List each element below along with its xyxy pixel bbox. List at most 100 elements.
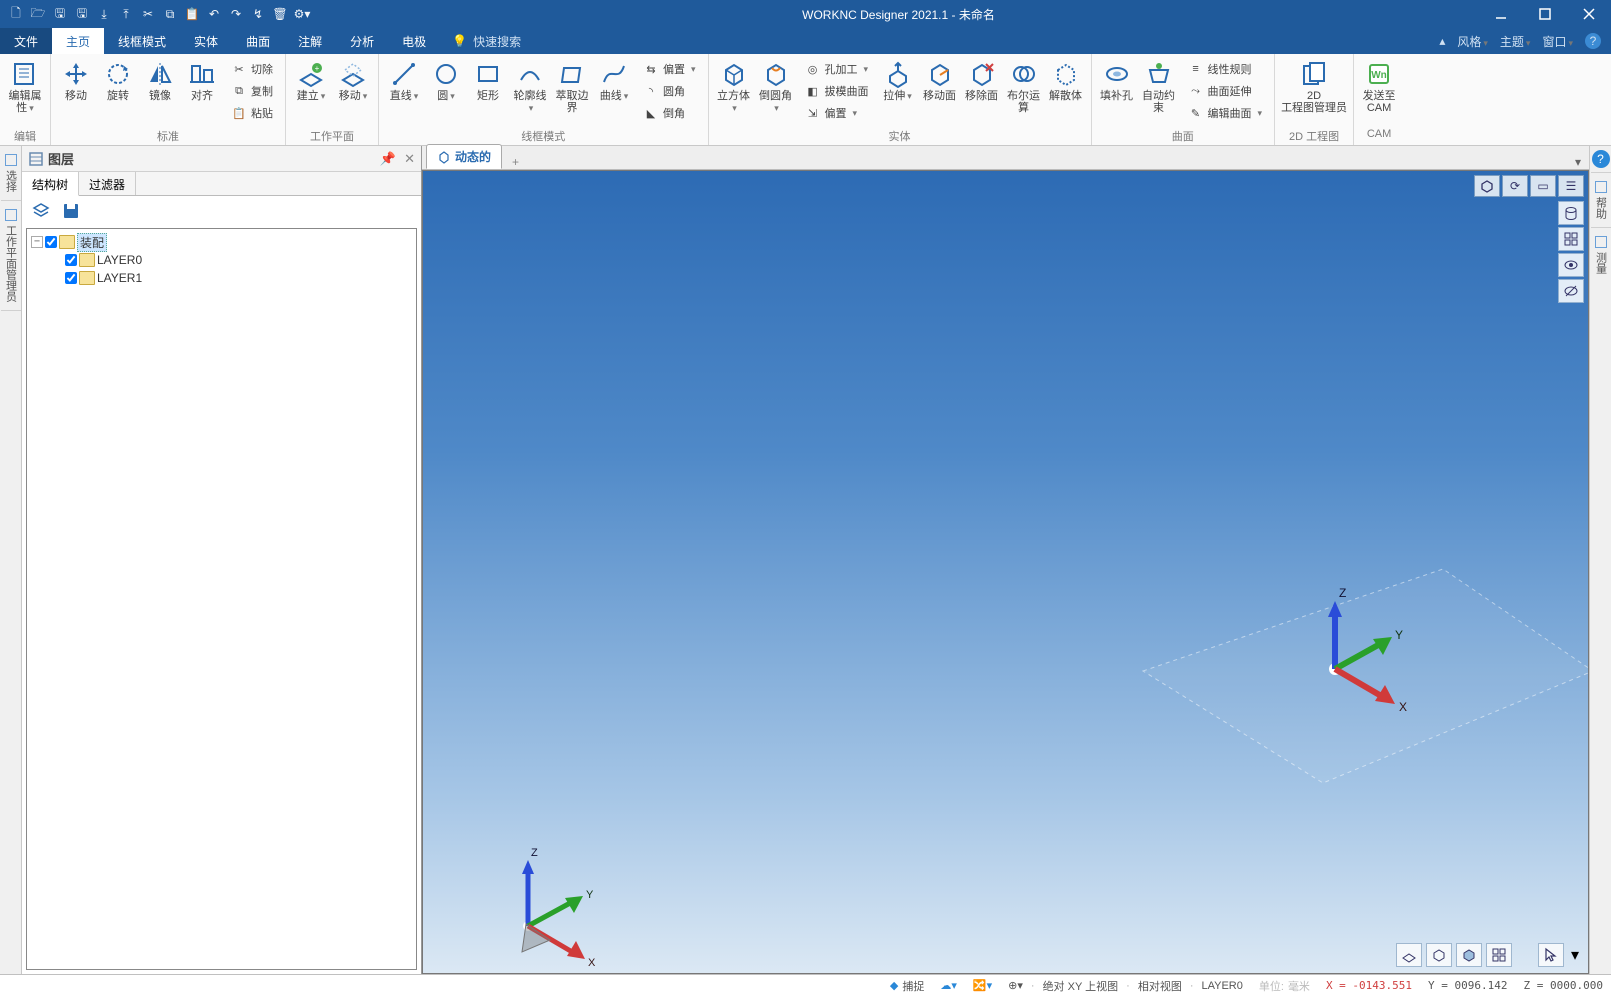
quick-search[interactable]: 💡 快速搜索 [452,28,521,54]
menu-file[interactable]: 文件 [0,28,52,54]
workplane-create-button[interactable]: +建立 [290,56,332,106]
circle-button[interactable]: 圆 [425,56,467,106]
offset-button[interactable]: ⇆偏置 [637,58,702,80]
moveface-button[interactable]: 移动面 [919,56,961,106]
tab-analysis[interactable]: 分析 [336,28,388,54]
line-button[interactable]: 直线 [383,56,425,106]
style-dropdown[interactable]: 风格 [1457,33,1488,50]
edit-surface-button[interactable]: ✎编辑曲面 [1182,102,1269,124]
tab-wireframe[interactable]: 线框模式 [104,28,180,54]
rightpane-help[interactable]: 帮助 [1591,172,1611,227]
autoconstrain-button[interactable]: 自动约束 [1138,56,1180,118]
maximize-button[interactable] [1523,0,1567,28]
chamfer-button[interactable]: ◣倒角 [637,102,702,124]
minimize-button[interactable] [1479,0,1523,28]
layer-stack-icon[interactable] [30,200,52,222]
cube-button[interactable]: 立方体 [713,56,755,118]
clip-cylinder-icon[interactable] [1558,201,1584,225]
status-cloud-icon[interactable]: ☁▾ [932,979,965,992]
pin-icon[interactable]: 📌 [380,151,396,167]
panel-close-icon[interactable]: ✕ [404,151,415,167]
qat-import-icon[interactable]: ⤒ [116,4,136,24]
drawing-manager-button[interactable]: 2D工程图管理员 [1279,56,1349,118]
status-rel-view[interactable]: 相对视图 [1130,978,1190,994]
help-icon[interactable]: ? [1585,33,1601,49]
qat-redo-icon[interactable]: ↷ [226,4,246,24]
tree-layer1-row[interactable]: LAYER1 [65,269,412,287]
extract-boundary-button[interactable]: 萃取边界 [551,56,593,118]
cursor-pointer-icon[interactable] [1538,943,1564,967]
eye-show-icon[interactable] [1558,253,1584,277]
view-iso-icon[interactable] [1474,175,1500,197]
cursor-dropdown-icon[interactable]: ▾ [1568,943,1582,967]
extrude-button[interactable]: 拉伸 [877,56,919,106]
draft-button[interactable]: ◧拔模曲面 [799,80,875,102]
align-button[interactable]: 对齐 [181,56,223,106]
tree-layer0-row[interactable]: LAYER0 [65,251,412,269]
shaded-view-icon[interactable] [1456,943,1482,967]
collapse-ribbon-icon[interactable]: ▴ [1439,34,1445,48]
round-button[interactable]: ◝圆角 [637,80,702,102]
tab-annotation[interactable]: 注解 [284,28,336,54]
offset-solid-button[interactable]: ⇲偏置 [799,102,875,124]
context-help-icon[interactable]: ? [1592,150,1610,168]
viewport-3d[interactable]: Z Y X Z Y X [422,170,1589,974]
tab-home[interactable]: 主页 [52,28,104,54]
disassemble-button[interactable]: 解散体 [1045,56,1087,106]
fillet-solid-button[interactable]: 倒圆角 [755,56,797,118]
qat-delete-icon[interactable]: 🗑 [270,4,290,24]
eye-toggle-icon[interactable] [1558,279,1584,303]
status-snap[interactable]: ◆捕捉 [882,978,932,994]
qat-open-icon[interactable]: 🗁 [28,4,48,24]
removeface-button[interactable]: 移除面 [961,56,1003,106]
status-target-icon[interactable]: ⊕▾ [1000,979,1031,992]
rightpane-measure[interactable]: 测量 [1591,227,1611,282]
surface-extend-button[interactable]: ⤳曲面延伸 [1182,80,1269,102]
expand-icon[interactable]: − [31,236,43,248]
view-fit-icon[interactable]: ▭ [1530,175,1556,197]
edit-attributes-button[interactable]: 编辑属性 [4,56,46,118]
hole-button[interactable]: ◎孔加工 [799,58,875,80]
qat-cut-icon[interactable]: ✂ [138,4,158,24]
doc-tabs-dropdown[interactable]: ▾ [1567,155,1589,169]
sidetab-select[interactable]: 选择 [1,146,21,201]
status-layer[interactable]: LAYER0 [1194,980,1251,992]
rotate-button[interactable]: 旋转 [97,56,139,106]
tab-solid[interactable]: 实体 [180,28,232,54]
window-dropdown[interactable]: 窗口 [1542,33,1573,50]
view-menu-icon[interactable]: ☰ [1558,175,1584,197]
layer1-checkbox[interactable] [65,272,77,284]
plane-select-icon[interactable] [1396,943,1422,967]
new-doc-tab-button[interactable]: + [506,155,525,169]
qat-save-icon[interactable]: 🖫 [50,4,70,24]
qat-undolist-icon[interactable]: ↯ [248,4,268,24]
tab-surface[interactable]: 曲面 [232,28,284,54]
rect-button[interactable]: 矩形 [467,56,509,106]
qat-export-icon[interactable]: ⤓ [94,4,114,24]
qat-properties-icon[interactable]: ⚙▾ [292,4,312,24]
layer-save-icon[interactable] [60,200,82,222]
qat-paste-icon[interactable]: 📋 [182,4,202,24]
status-tree-icon[interactable]: 🔀▾ [965,979,1000,992]
tree-root-row[interactable]: − 装配 [31,233,412,251]
qat-new-icon[interactable]: 🗋 [6,4,26,24]
qat-saveall-icon[interactable]: 🖫 [72,4,92,24]
wireframe-view-icon[interactable] [1426,943,1452,967]
fillhole-button[interactable]: 填补孔 [1096,56,1138,106]
view-rotate-icon[interactable]: ⟳ [1502,175,1528,197]
sidetab-workplane-manager[interactable]: 工作平面管理员 [1,201,21,311]
layer0-checkbox[interactable] [65,254,77,266]
root-checkbox[interactable] [45,236,57,248]
boolean-button[interactable]: 布尔运算 [1003,56,1045,118]
qat-copy-icon[interactable]: ⧉ [160,4,180,24]
status-abs-view[interactable]: 绝对 XY 上视图 [1035,978,1127,994]
grid-split-icon[interactable] [1558,227,1584,251]
panel-tab-tree[interactable]: 结构树 [22,172,79,196]
curve-button[interactable]: 曲线 [593,56,635,106]
multi-view-icon[interactable] [1486,943,1512,967]
document-tab-active[interactable]: 动态的 [426,144,502,169]
cut-button[interactable]: ✂切除 [225,58,279,80]
workplane-move-button[interactable]: 移动 [332,56,374,106]
panel-tab-filter[interactable]: 过滤器 [79,172,136,195]
paste-button[interactable]: 📋粘贴 [225,102,279,124]
